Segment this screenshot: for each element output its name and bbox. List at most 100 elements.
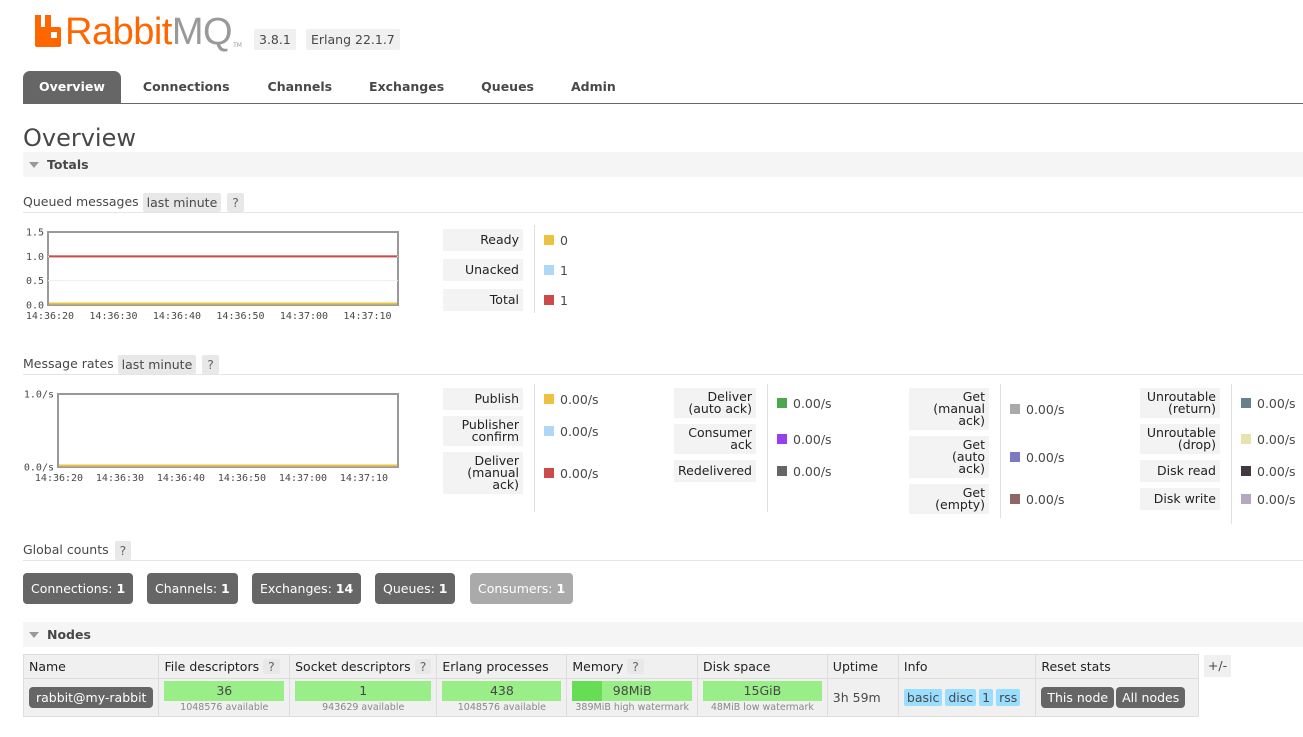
- queues-count-label: Queues:: [383, 581, 435, 596]
- info-tag-disc[interactable]: disc: [945, 689, 977, 706]
- legend-label-line: ack): [492, 477, 519, 492]
- legend-label-line: (drop): [1177, 437, 1216, 452]
- legend-value-text: 0.00/s: [793, 431, 832, 447]
- rabbitmq-logo[interactable]: RabbitMQ TM: [33, 12, 242, 52]
- tab-overview[interactable]: Overview: [23, 71, 121, 103]
- message-rates-label: Message rates: [23, 356, 114, 371]
- col-file-descriptors: File descriptors?: [158, 654, 291, 679]
- erlang-version: Erlang 22.1.7: [306, 29, 400, 50]
- queued-messages-chart: 1.5 1.0 0.5 0.0 14:36:20 14:36:30 14:36:40 14:3…: [22, 226, 412, 330]
- queued-range-selector[interactable]: last minute: [142, 192, 222, 212]
- sockets-available: 943629 available: [322, 702, 405, 713]
- legend-swatch: [1241, 398, 1251, 408]
- info-tag-basic[interactable]: basic: [903, 689, 943, 706]
- legend-label-deliver-auto-ack: Deliver (auto ack): [674, 388, 756, 418]
- legend-separator: [534, 384, 535, 512]
- consumers-count-button[interactable]: Consumers: 1: [470, 573, 574, 604]
- col-fd-label: File descriptors: [164, 659, 260, 674]
- legend-value-text: 0.00/s: [560, 423, 599, 439]
- legend-swatch: [777, 398, 787, 408]
- exchanges-count-label: Exchanges:: [260, 581, 332, 596]
- rates-x-tick-label: 14:36:40: [157, 473, 205, 484]
- queued-messages-header: Queued messages last minute ?: [23, 192, 244, 212]
- fd-help-button[interactable]: ?: [263, 659, 280, 674]
- legend-value-text: 0.00/s: [560, 391, 599, 407]
- consumers-count-label: Consumers:: [478, 581, 553, 596]
- tab-exchanges[interactable]: Exchanges: [353, 71, 460, 103]
- legend-label-line: ack): [958, 461, 985, 476]
- node-name-link[interactable]: rabbit@my-rabbit: [29, 687, 154, 708]
- queued-help-button[interactable]: ?: [227, 192, 244, 212]
- rates-divider: [23, 374, 1303, 375]
- legend-label-line: ack: [730, 437, 752, 452]
- tab-queues[interactable]: Queues: [465, 71, 550, 103]
- nodes-table-header-row: Name File descriptors? Socket descriptor…: [22, 654, 1199, 679]
- legend-separator: [767, 384, 768, 512]
- totals-section-toggle[interactable]: Totals: [23, 152, 1303, 177]
- legend-value-text: 0.00/s: [1026, 491, 1065, 507]
- queued-x-tick-label: 14:36:30: [89, 311, 137, 322]
- memory-help-button[interactable]: ?: [627, 659, 644, 674]
- legend-label-total: Total: [443, 289, 523, 311]
- legend-value-text: 0.00/s: [1257, 463, 1296, 479]
- fd-cell: 36 1048576 available: [158, 678, 291, 717]
- reset-all-nodes-button[interactable]: All nodes: [1116, 687, 1186, 708]
- legend-swatch: [1241, 494, 1251, 504]
- legend-value-total: 1: [544, 289, 614, 311]
- legend-label-ready: Ready: [443, 229, 523, 251]
- col-memory: Memory?: [566, 654, 698, 679]
- legend-label-line: ack): [958, 413, 985, 428]
- legend-label-unroutable-drop: Unroutable (drop): [1140, 424, 1220, 454]
- col-name: Name: [22, 654, 160, 679]
- rates-range-selector[interactable]: last minute: [117, 354, 197, 374]
- col-memory-label: Memory: [572, 659, 624, 674]
- tab-connections[interactable]: Connections: [127, 71, 246, 103]
- legend-value-publisher-confirm: 0.00/s: [544, 416, 614, 446]
- global-counts-help-button[interactable]: ?: [114, 540, 132, 560]
- col-reset-label: Reset stats: [1041, 659, 1111, 674]
- legend-value-text: 1: [560, 292, 568, 308]
- totals-section-label: Totals: [47, 157, 89, 172]
- queued-messages-label: Queued messages: [23, 194, 139, 209]
- page-title: Overview: [23, 124, 136, 152]
- tab-channels[interactable]: Channels: [252, 71, 349, 103]
- disk-value: 15GiB: [743, 683, 782, 698]
- queued-chart-svg: 1.5 1.0 0.5 0.014:36:20 14:36:30 14:36:40 14:3…: [26, 228, 399, 322]
- reset-this-node-button[interactable]: This node: [1041, 687, 1115, 708]
- col-info-label: Info: [903, 659, 928, 674]
- connections-count-button[interactable]: Connections: 1: [23, 573, 134, 604]
- info-tag-count[interactable]: 1: [979, 689, 994, 706]
- tab-admin[interactable]: Admin: [555, 71, 632, 103]
- legend-separator: [1000, 384, 1001, 518]
- column-toggle-button[interactable]: +/-: [1204, 655, 1231, 677]
- legend-label-line: Redelivered: [678, 463, 752, 478]
- nodes-section-toggle[interactable]: Nodes: [23, 622, 1303, 647]
- fd-available: 1048576 available: [180, 702, 269, 713]
- rates-help-button[interactable]: ?: [202, 354, 219, 374]
- legend-value-text: 0.00/s: [1257, 431, 1296, 447]
- channels-count-button[interactable]: Channels: 1: [147, 573, 238, 604]
- memory-value: 98MiB: [612, 683, 652, 698]
- legend-swatch: [1241, 466, 1251, 476]
- legend-separator: [534, 225, 535, 313]
- logo-text-rabbit: Rabbit: [65, 11, 172, 53]
- legend-value-ready: 0: [544, 229, 614, 251]
- info-tag-rss[interactable]: rss: [996, 689, 1021, 706]
- memory-meter: 98MiB: [572, 681, 692, 701]
- sockets-help-button[interactable]: ?: [414, 659, 432, 674]
- info-cell: basic disc 1 rss: [897, 678, 1037, 717]
- legend-label-get-auto-ack: Get (auto ack): [909, 436, 989, 478]
- queues-count-button[interactable]: Queues: 1: [375, 573, 456, 604]
- legend-value-text: 0.00/s: [1026, 401, 1065, 417]
- legend-value-get-empty: 0.00/s: [1010, 484, 1080, 514]
- legend-label-deliver-manual-ack: Deliver (manual ack): [443, 452, 523, 494]
- legend-label-publisher-confirm: Publisher confirm: [443, 416, 523, 446]
- sockets-cell: 1 943629 available: [289, 678, 438, 717]
- rates-x-tick-label: 14:37:00: [279, 473, 327, 484]
- queued-x-tick-label: 14:36:20: [26, 311, 74, 322]
- legend-label-line: (return): [1168, 401, 1216, 416]
- queued-x-tick-label: 14:36:40: [153, 311, 201, 322]
- exchanges-count-button[interactable]: Exchanges: 14: [252, 573, 362, 604]
- legend-label-disk-read: Disk read: [1140, 460, 1220, 482]
- memory-watermark: 389MiB high watermark: [575, 702, 689, 713]
